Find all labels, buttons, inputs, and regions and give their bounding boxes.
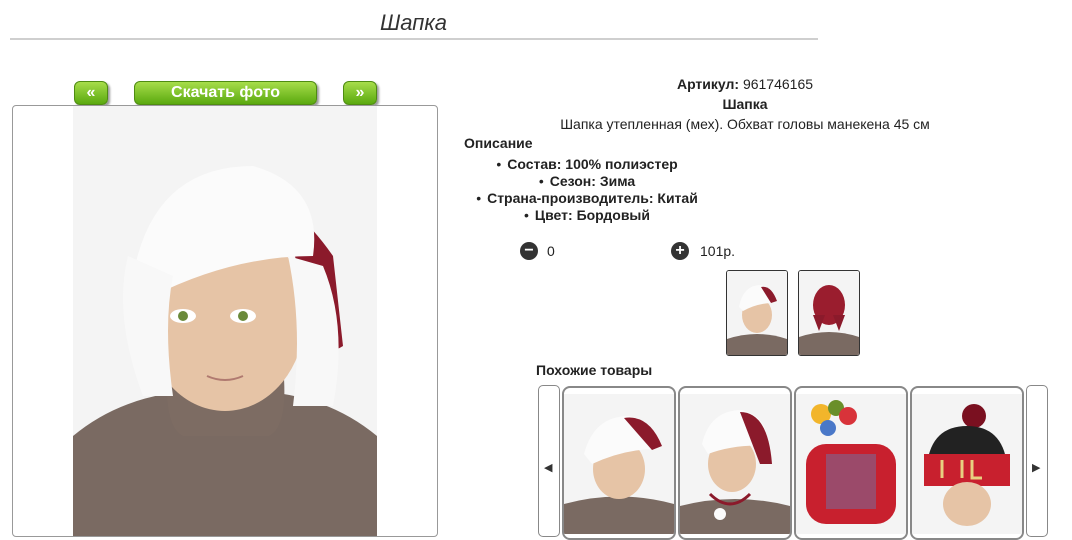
quantity-value: 0 — [547, 243, 555, 259]
prev-photo-button[interactable]: « — [74, 81, 108, 105]
carousel-prev-button[interactable]: ◀ — [538, 385, 560, 537]
similar-product-card[interactable] — [794, 386, 908, 540]
photo-thumbnail-back[interactable] — [798, 270, 860, 356]
spec-text: Сезон: Зима — [549, 173, 636, 189]
article-value: 961746165 — [742, 76, 814, 92]
download-photo-button[interactable]: Скачать фото — [134, 81, 317, 105]
spec-text: Цвет: Бордовый — [534, 207, 650, 223]
article-label: Артикул: — [676, 76, 740, 92]
specs-title: Описание — [464, 135, 533, 151]
similar-product-card[interactable] — [910, 386, 1024, 540]
article-line: Артикул: 961746165 — [500, 76, 990, 92]
next-photo-button[interactable]: » — [343, 81, 377, 105]
spec-text: Страна-производитель: Китай — [487, 190, 698, 206]
product-description: Шапка утепленная (мех). Обхват головы ма… — [560, 116, 930, 132]
specs-list: • Состав: 100% полиэстер • Сезон: Зима • Ст… — [464, 156, 710, 224]
spec-item: • Страна-производитель: Китай — [476, 190, 698, 206]
similar-product-image — [912, 394, 1022, 534]
similar-product-image — [796, 394, 906, 534]
arrow-right-icon: ▶ — [1032, 462, 1041, 474]
minus-icon[interactable]: − — [520, 242, 538, 260]
product-name: Шапка — [722, 96, 768, 112]
carousel-next-button[interactable]: ▶ — [1026, 385, 1048, 537]
spec-item: • Цвет: Бордовый — [524, 207, 650, 223]
similar-product-image — [564, 394, 674, 534]
plus-icon[interactable]: + — [671, 242, 689, 260]
spec-item: • Состав: 100% полиэстер — [496, 156, 678, 172]
spec-item: • Сезон: Зима — [538, 173, 636, 189]
spec-text: Состав: 100% полиэстер — [507, 156, 678, 172]
title-divider — [10, 38, 818, 40]
thumbnail-image — [799, 271, 859, 355]
similar-product-card[interactable] — [678, 386, 792, 540]
arrow-left-icon: ◀ — [544, 462, 553, 474]
similar-product-card[interactable] — [562, 386, 676, 540]
similar-products-title: Похожие товары — [536, 362, 653, 378]
main-photo-frame — [12, 105, 438, 537]
similar-product-image — [680, 394, 790, 534]
page-title: Шапка — [380, 10, 447, 35]
price: 101р. — [700, 243, 736, 259]
thumbnail-image — [727, 271, 787, 355]
main-product-photo[interactable] — [73, 106, 377, 536]
photo-thumbnail-front[interactable] — [726, 270, 788, 356]
